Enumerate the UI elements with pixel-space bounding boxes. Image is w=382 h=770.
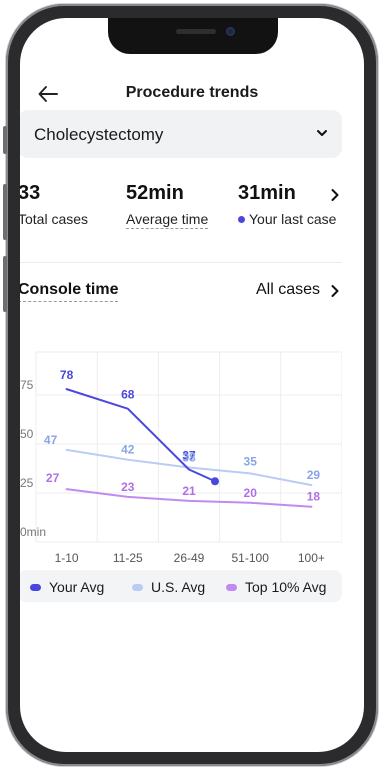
all-cases-link[interactable]: All cases <box>256 281 320 299</box>
data-label: 21 <box>182 484 196 498</box>
stat-label: Average time <box>126 211 209 229</box>
y-tick-label: 0min <box>20 525 46 539</box>
legend-label: Your Avg <box>49 579 105 595</box>
data-label: 42 <box>121 443 135 457</box>
legend-label: U.S. Avg <box>151 579 206 595</box>
y-tick-label: 25 <box>20 476 34 490</box>
section-title: Console time <box>20 281 119 302</box>
chevron-down-icon <box>317 130 327 136</box>
data-label: 38 <box>182 451 196 465</box>
data-label: 29 <box>307 468 321 482</box>
x-tick-label: 51-100 <box>232 551 270 565</box>
last-case-point <box>211 477 219 486</box>
stat-label: Your last case <box>249 211 337 227</box>
x-tick-label: 26-49 <box>174 551 205 565</box>
chevron-right-icon[interactable] <box>330 284 340 298</box>
phone-side-button-volume-down <box>3 256 7 312</box>
chevron-right-icon <box>331 189 339 201</box>
legend-swatch <box>30 584 41 591</box>
stat-last-case: 31min Your last case <box>238 182 336 227</box>
legend-item-top10-avg: Top 10% Avg <box>226 579 326 595</box>
stat-value: 52min <box>126 182 184 204</box>
procedure-select[interactable]: Cholecystectomy <box>20 110 342 158</box>
data-label: 23 <box>121 480 135 494</box>
y-tick-label: 75 <box>20 378 34 392</box>
legend-item-us-avg: U.S. Avg <box>132 579 205 595</box>
legend-swatch <box>132 584 143 591</box>
stat-label-wrap: Your last case <box>238 211 336 227</box>
x-tick-label: 100+ <box>298 551 325 565</box>
x-tick-label: 11-25 <box>113 551 143 565</box>
legend-swatch <box>226 584 237 591</box>
data-label: 68 <box>121 388 135 402</box>
y-tick-label: 50 <box>20 427 34 441</box>
x-tick-label: 1-10 <box>55 551 79 565</box>
data-label: 35 <box>244 454 258 468</box>
console-time-chart: 0min2550751-10 11-25 26-49 51-100 100+786837… <box>20 351 342 565</box>
last-case-dot-icon <box>238 216 245 223</box>
divider <box>20 262 342 263</box>
procedure-select-value: Cholecystectomy <box>34 125 164 144</box>
phone-screen: Procedure trends Cholecystectomy 33 Tota… <box>20 18 364 752</box>
stats-row[interactable]: 33 Total cases 52min Average time 31min … <box>20 182 342 242</box>
phone-side-button-volume-up <box>3 184 7 240</box>
phone-side-button-silent <box>3 126 7 154</box>
legend-item-your-avg: Your Avg <box>30 579 104 595</box>
legend-label: Top 10% Avg <box>245 579 327 595</box>
data-label: 27 <box>46 471 60 485</box>
data-label: 18 <box>307 490 321 504</box>
console-time-header: Console time All cases <box>20 281 342 307</box>
chart-legend: Your Avg U.S. Avg Top 10% Avg <box>20 570 342 602</box>
stat-average-time: 52min Average time <box>126 182 209 229</box>
stat-value: 33 <box>20 182 41 204</box>
data-label: 78 <box>60 368 74 382</box>
stat-value: 31min <box>238 182 296 204</box>
data-label: 47 <box>44 433 58 447</box>
stat-label: Total cases <box>20 211 89 227</box>
stat-total-cases: 33 Total cases <box>20 182 88 227</box>
data-label: 20 <box>244 486 258 500</box>
